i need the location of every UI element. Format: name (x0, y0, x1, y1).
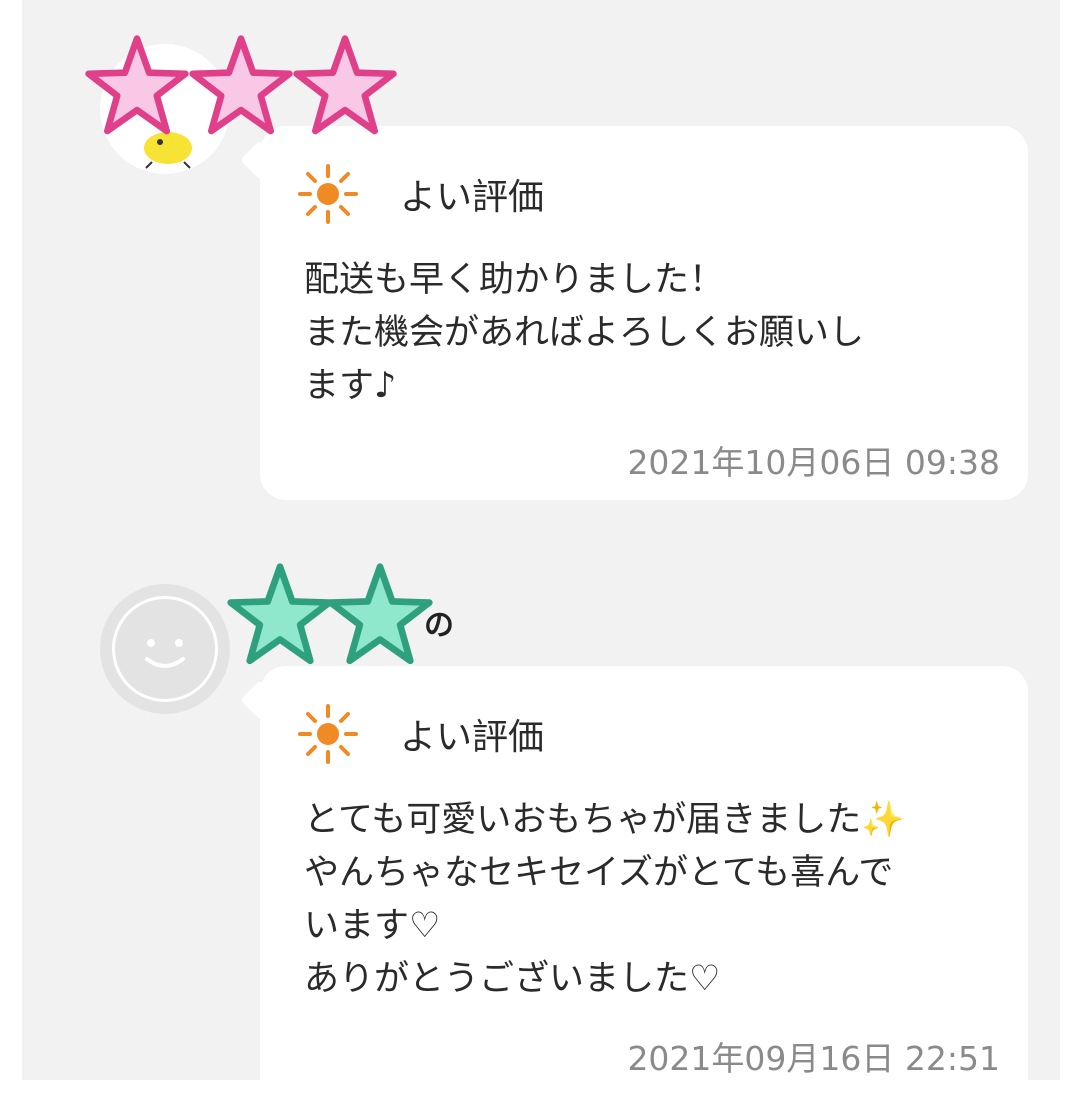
comment-line: 配送も早く助かりました！ (304, 260, 725, 300)
star-icon (227, 563, 333, 665)
sun-icon (298, 164, 358, 224)
comment-line: ありがとうございました♡ (304, 959, 721, 999)
rating-row: よい評価 (296, 164, 544, 224)
review-timestamp: 2021年10月06日 09:38 (627, 443, 1000, 482)
star-icon (189, 35, 293, 135)
pink-star-overlay (82, 32, 400, 142)
comment-line: います♡ (304, 906, 441, 946)
smiley-avatar-icon (112, 596, 218, 702)
reviewer-avatar[interactable] (100, 584, 230, 714)
comment-line: やんちゃなセキセイズがとても喜んで (304, 853, 894, 893)
rating-label: よい評価 (400, 717, 545, 758)
sun-icon (298, 704, 358, 764)
review-list: よい評価 配送も早く助かりました！ また機会があればよろしくお願いし ます♪ 2… (22, 0, 1060, 1106)
review-comment: とても可愛いおもちゃが届きました✨ やんちゃなセキセイズがとても喜んで います♡… (304, 794, 1004, 1006)
review-comment: 配送も早く助かりました！ また機会があればよろしくお願いし ます♪ (304, 254, 1004, 413)
star-icon (293, 35, 397, 135)
review-timestamp: 2021年09月16日 22:51 (627, 1039, 1000, 1078)
star-icon (327, 563, 433, 665)
comment-line: とても可愛いおもちゃが届きました✨ (304, 800, 905, 840)
review-card: よい評価 とても可愛いおもちゃが届きました✨ やんちゃなセキセイズがとても喜んで… (260, 666, 1028, 1106)
review-card: よい評価 配送も早く助かりました！ また機会があればよろしくお願いし ます♪ 2… (260, 126, 1028, 500)
rating-row: よい評価 (296, 704, 544, 764)
star-icon (85, 35, 189, 135)
rating-label: よい評価 (400, 177, 545, 218)
comment-line: ます♪ (304, 366, 397, 406)
comment-line: また機会があればよろしくお願いし (304, 313, 865, 353)
green-star-overlay (224, 560, 436, 672)
